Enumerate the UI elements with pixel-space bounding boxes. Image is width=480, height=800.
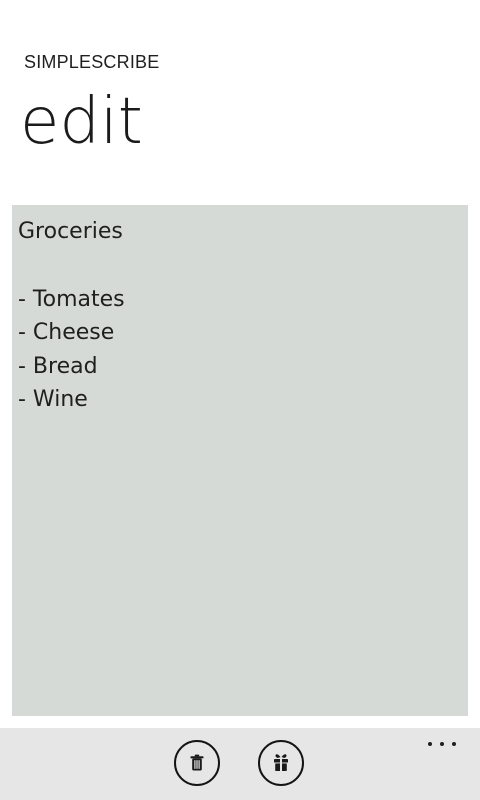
gift-button[interactable] [258,740,304,786]
note-blank-line [18,249,462,283]
note-editor[interactable]: Groceries - Tomates - Cheese - Bread - W… [12,205,468,716]
note-line-1: - Tomates [18,286,125,312]
more-icon[interactable] [428,738,456,750]
note-line-3: - Bread [18,353,98,379]
note-line-4: - Wine [18,387,88,412]
page-title: edit [20,85,143,159]
more-dot-1 [428,742,432,746]
gift-icon [269,751,293,775]
note-line-2: - Cheese [18,320,115,345]
delete-button[interactable] [174,740,220,786]
more-dot-3 [452,742,456,746]
app-bar [0,728,480,800]
edit-page: SIMPLESCRIBE edit Groceries - Tomates - … [0,0,480,800]
note-title-line: Groceries [18,219,123,244]
more-dot-2 [440,742,444,746]
app-title: SIMPLESCRIBE [24,52,160,72]
trash-icon [186,752,208,774]
